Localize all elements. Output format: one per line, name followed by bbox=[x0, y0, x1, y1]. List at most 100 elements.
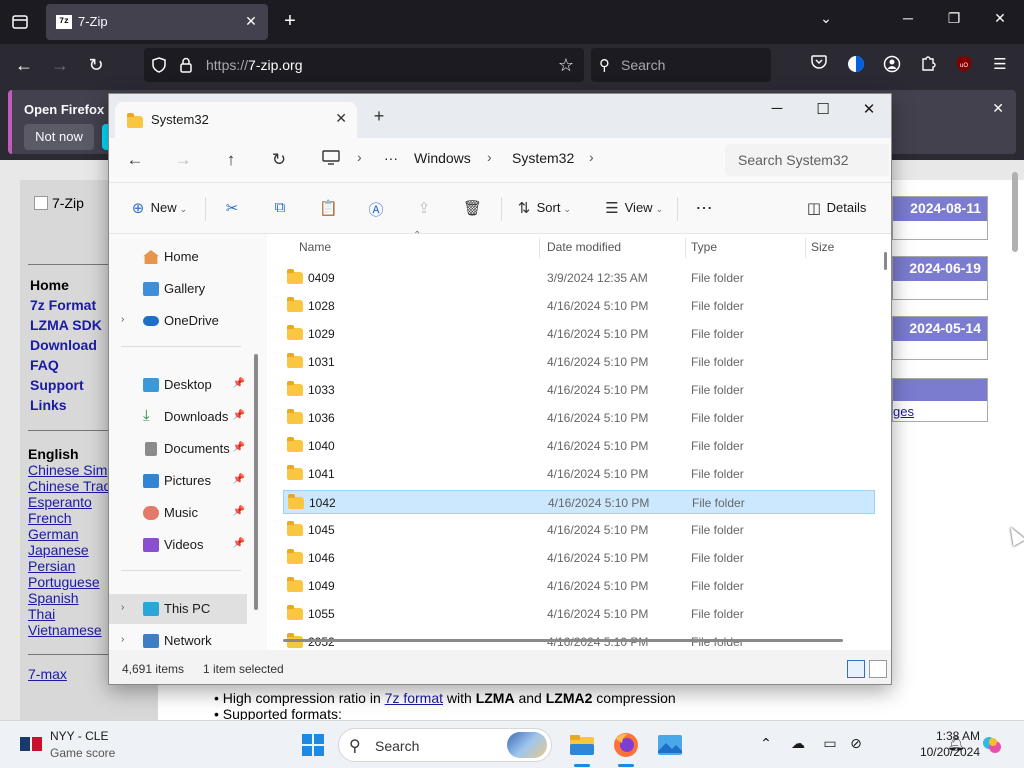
menu-link-download[interactable]: Download bbox=[30, 337, 97, 353]
forward-arrow-icon[interactable]: → bbox=[49, 54, 71, 76]
breadcrumb-windows[interactable]: Windows bbox=[414, 150, 471, 166]
nav-item-downloads[interactable]: ⤓ Downloads 📌 bbox=[109, 402, 247, 432]
language-link[interactable]: Thai bbox=[28, 606, 55, 622]
file-row[interactable]: 1029 4/16/2024 5:10 PM File folder bbox=[283, 322, 875, 346]
nav-item-pictures[interactable]: Pictures 📌 bbox=[109, 466, 247, 496]
tab-overflow-chevron-icon[interactable]: ⌄ bbox=[816, 10, 836, 27]
maximize-button[interactable]: ❐ bbox=[944, 10, 964, 27]
explorer-new-tab-button[interactable]: + bbox=[371, 106, 387, 127]
browser-search-bar[interactable]: ⚲ Search bbox=[591, 48, 771, 82]
breadcrumb-overflow-icon[interactable]: ··· bbox=[384, 150, 398, 166]
file-row[interactable]: 2052 4/16/2024 5:10 PM File folder bbox=[283, 630, 875, 654]
language-link[interactable]: Persian bbox=[28, 558, 75, 574]
details-view-icon[interactable] bbox=[847, 660, 865, 678]
menu-link-faq[interactable]: FAQ bbox=[30, 357, 59, 373]
7-max-link[interactable]: 7-max bbox=[28, 666, 67, 682]
forward-arrow-icon[interactable]: → bbox=[173, 150, 193, 170]
file-row[interactable]: 1033 4/16/2024 5:10 PM File folder bbox=[283, 378, 875, 402]
column-header-date-modified[interactable]: Date modified bbox=[547, 240, 621, 254]
explorer-search-input[interactable]: Search System32 bbox=[725, 144, 889, 176]
list-all-tabs-icon[interactable] bbox=[8, 10, 32, 34]
sort-button[interactable]: ⇅ Sort ⌄ bbox=[515, 199, 571, 217]
close-notification-icon[interactable]: ✕ bbox=[992, 100, 1004, 117]
language-link[interactable]: Spanish bbox=[28, 590, 79, 606]
menu-link-home[interactable]: Home bbox=[30, 277, 69, 293]
pocket-icon[interactable] bbox=[809, 55, 829, 75]
display-icon[interactable]: ▭ bbox=[820, 735, 840, 752]
refresh-icon[interactable]: ↻ bbox=[269, 150, 289, 170]
back-arrow-icon[interactable]: ← bbox=[125, 150, 145, 170]
language-link[interactable]: Chinese Trad bbox=[28, 478, 111, 494]
photos-taskbar-icon[interactable] bbox=[654, 729, 686, 761]
menu-link-links[interactable]: Links bbox=[30, 397, 67, 413]
copilot-icon[interactable] bbox=[982, 735, 1002, 758]
explorer-tab[interactable]: System32 ✕ bbox=[115, 102, 357, 138]
widget-title[interactable]: NYY - CLE bbox=[50, 729, 108, 743]
nav-item-documents[interactable]: Documents 📌 bbox=[109, 434, 247, 464]
minimize-button[interactable]: ─ bbox=[898, 10, 918, 26]
language-link[interactable]: Vietnamese bbox=[28, 622, 102, 638]
close-window-button[interactable]: ✕ bbox=[859, 100, 879, 118]
menu-link-support[interactable]: Support bbox=[30, 377, 84, 393]
not-now-button[interactable]: Not now bbox=[24, 124, 94, 150]
nav-item-music[interactable]: Music 📌 bbox=[109, 498, 247, 528]
details-pane-button[interactable]: ◫ Details bbox=[805, 199, 866, 217]
column-header-name[interactable]: Name bbox=[299, 240, 331, 254]
file-row[interactable]: 1028 4/16/2024 5:10 PM File folder bbox=[283, 294, 875, 318]
breadcrumb-chevron-icon[interactable]: › bbox=[357, 149, 362, 165]
file-row[interactable]: 1049 4/16/2024 5:10 PM File folder bbox=[283, 574, 875, 598]
rename-button[interactable]: Ⓐ bbox=[367, 199, 385, 220]
nav-item-network[interactable]: › Network bbox=[109, 626, 247, 656]
vpn-icon[interactable] bbox=[846, 55, 866, 75]
up-arrow-icon[interactable]: ↑ bbox=[221, 150, 241, 170]
menu-icon[interactable]: ☰ bbox=[990, 55, 1010, 75]
language-link[interactable]: Japanese bbox=[28, 542, 89, 558]
nav-item-gallery[interactable]: Gallery bbox=[109, 274, 247, 304]
file-row[interactable]: 1036 4/16/2024 5:10 PM File folder bbox=[283, 406, 875, 430]
language-link[interactable]: Portuguese bbox=[28, 574, 100, 590]
copy-button[interactable]: ⧉ bbox=[271, 199, 289, 216]
file-row[interactable]: 1046 4/16/2024 5:10 PM File folder bbox=[283, 546, 875, 570]
close-window-button[interactable]: ✕ bbox=[990, 10, 1010, 27]
ublock-icon[interactable]: uO bbox=[954, 55, 974, 75]
this-pc-monitor-icon[interactable] bbox=[321, 150, 341, 171]
more-options-button[interactable]: … bbox=[695, 193, 713, 214]
file-row[interactable]: 1040 4/16/2024 5:10 PM File folder bbox=[283, 434, 875, 458]
view-button[interactable]: ☰ View ⌄ bbox=[603, 199, 663, 217]
7z-format-link[interactable]: 7z format bbox=[385, 690, 443, 706]
file-explorer-taskbar-icon[interactable] bbox=[566, 729, 598, 767]
nav-item-desktop[interactable]: Desktop 📌 bbox=[109, 370, 247, 400]
close-tab-icon[interactable]: ✕ bbox=[335, 110, 347, 127]
language-link[interactable]: Chinese Sim bbox=[28, 462, 107, 478]
mlb-scores-icon[interactable] bbox=[20, 735, 42, 753]
close-tab-icon[interactable]: ✕ bbox=[242, 13, 260, 30]
language-link[interactable]: French bbox=[28, 510, 72, 526]
language-link[interactable]: German bbox=[28, 526, 79, 542]
expand-chevron-icon[interactable]: › bbox=[121, 314, 124, 325]
volume-muted-icon[interactable]: ⊘ bbox=[846, 735, 866, 752]
tracking-shield-icon[interactable] bbox=[152, 57, 166, 76]
nav-item-videos[interactable]: Videos 📌 bbox=[109, 530, 247, 560]
bookmark-star-icon[interactable]: ☆ bbox=[558, 55, 574, 76]
nav-item-home[interactable]: Home bbox=[109, 242, 247, 272]
maximize-button[interactable]: ☐ bbox=[813, 100, 833, 118]
minimize-button[interactable]: ─ bbox=[767, 100, 787, 117]
taskbar-search[interactable]: ⚲ Search bbox=[338, 728, 552, 762]
menu-link-lzma-sdk[interactable]: LZMA SDK bbox=[30, 317, 102, 333]
paste-button[interactable]: 📋 bbox=[319, 199, 338, 217]
file-row[interactable]: 1055 4/16/2024 5:10 PM File folder bbox=[283, 602, 875, 626]
expand-chevron-icon[interactable]: › bbox=[121, 634, 124, 645]
url-bar[interactable]: https://7-zip.org ☆ bbox=[144, 48, 584, 82]
cut-button[interactable]: ✂ bbox=[223, 199, 241, 217]
start-windows-icon[interactable] bbox=[302, 734, 324, 756]
tiles-view-icon[interactable] bbox=[869, 660, 887, 678]
file-row[interactable]: 1031 4/16/2024 5:10 PM File folder bbox=[283, 350, 875, 374]
page-scrollbar[interactable] bbox=[1012, 172, 1018, 252]
file-list-scrollbar[interactable] bbox=[884, 252, 887, 270]
new-button[interactable]: ⊕ New ⌄ bbox=[129, 199, 187, 217]
breadcrumb-chevron-icon[interactable]: › bbox=[589, 149, 594, 165]
file-row[interactable]: 0409 3/9/2024 12:35 AM File folder bbox=[283, 266, 875, 290]
file-list-horizontal-scrollbar[interactable] bbox=[283, 639, 843, 642]
column-header-type[interactable]: Type bbox=[691, 240, 717, 254]
nav-item-this-pc[interactable]: › This PC bbox=[109, 594, 247, 624]
